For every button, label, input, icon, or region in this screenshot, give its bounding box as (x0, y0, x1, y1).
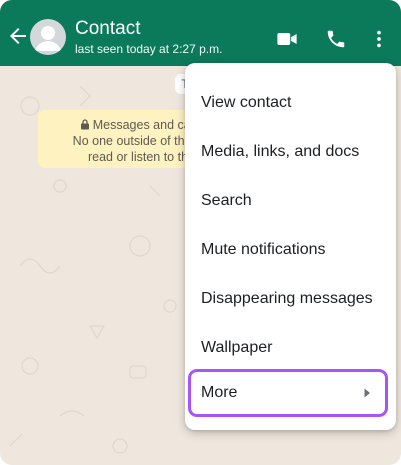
avatar[interactable] (30, 19, 66, 55)
video-call-icon[interactable] (276, 28, 298, 50)
menu-item-label: Wallpaper (201, 339, 273, 356)
menu-item-label: Search (201, 192, 252, 209)
menu-item-disappearing-messages[interactable]: Disappearing messages (185, 271, 396, 320)
chat-header: Contact last seen today at 2:27 p.m. (0, 0, 401, 66)
chevron-right-icon (364, 388, 370, 398)
encryption-notice-line-1: Messages and call (92, 118, 197, 132)
menu-item-label: Disappearing messages (201, 290, 373, 307)
menu-item-mute-notifications[interactable]: Mute notifications (185, 222, 396, 271)
menu-item-more[interactable]: More (185, 369, 396, 418)
menu-item-label: Media, links, and docs (201, 143, 360, 160)
overflow-menu: View contact Media, links, and docs Sear… (185, 63, 396, 430)
back-arrow-icon[interactable] (6, 24, 30, 48)
app-frame: Contact last seen today at 2:27 p.m. T (0, 0, 401, 465)
menu-item-label: Mute notifications (201, 241, 326, 258)
last-seen-status: last seen today at 2:27 p.m. (75, 42, 223, 56)
voice-call-icon[interactable] (325, 28, 347, 50)
menu-item-wallpaper[interactable]: Wallpaper (185, 320, 396, 369)
menu-item-search[interactable]: Search (185, 173, 396, 222)
menu-item-view-contact[interactable]: View contact (185, 75, 396, 124)
lock-icon (80, 119, 89, 130)
contact-name[interactable]: Contact (75, 18, 140, 40)
more-vert-icon[interactable] (368, 28, 390, 50)
menu-item-label: More (201, 384, 238, 401)
avatar-icon (35, 26, 61, 51)
menu-item-label: View contact (201, 94, 292, 111)
menu-item-media-links-docs[interactable]: Media, links, and docs (185, 124, 396, 173)
